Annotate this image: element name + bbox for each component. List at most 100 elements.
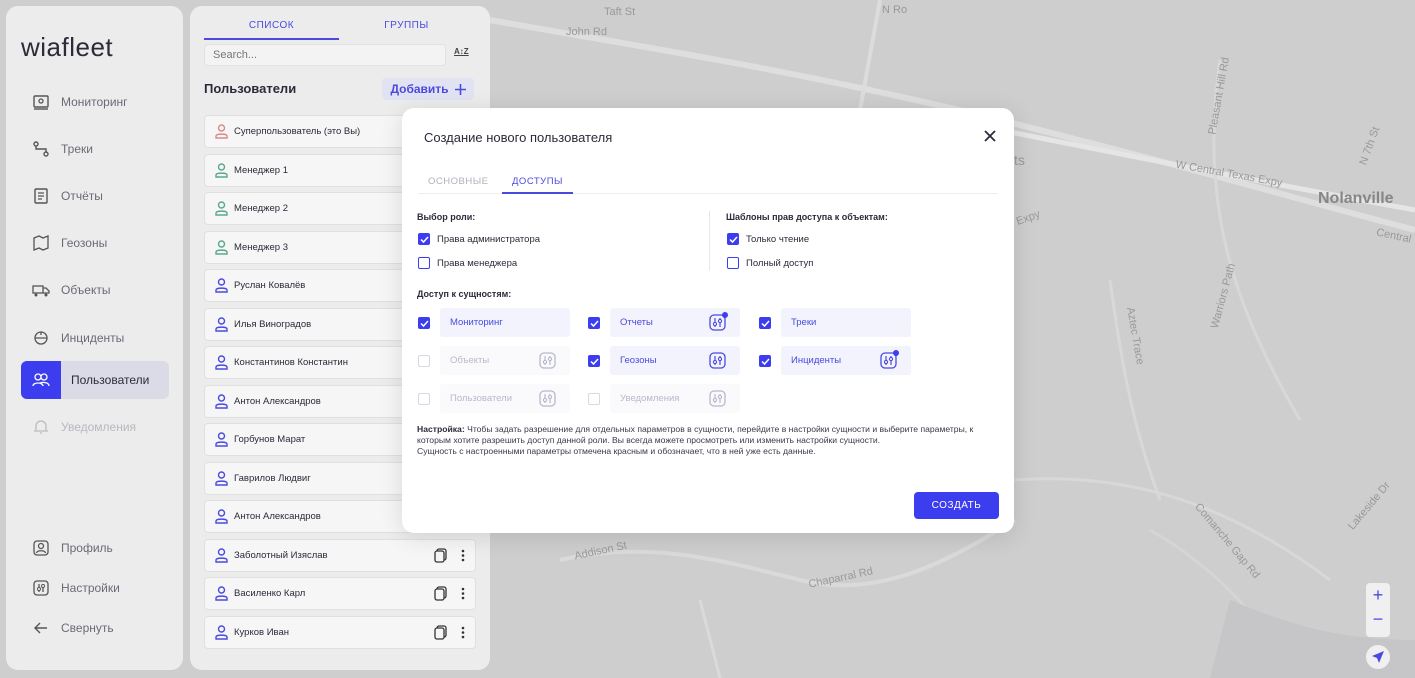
sidebar-item-settings[interactable]: Настройки [21, 569, 169, 607]
entity-settings-icon[interactable] [539, 390, 556, 407]
entity-item[interactable]: Отчеты [610, 308, 740, 337]
page-title: Пользователи [204, 81, 297, 96]
more-vertical-icon[interactable] [461, 626, 465, 639]
entity-settings-icon[interactable] [539, 352, 556, 369]
entity-checkbox-checked[interactable] [759, 317, 771, 329]
entity-checkbox-checked[interactable] [588, 355, 600, 367]
note-text: Чтобы задать разрешение для отдельных па… [417, 424, 974, 445]
more-vertical-icon[interactable] [461, 587, 465, 600]
navigation-arrow-icon [1372, 651, 1384, 663]
sidebar-item-label: Отчёты [61, 189, 103, 203]
entity-settings-icon[interactable] [709, 390, 726, 407]
user-name: Менеджер 1 [234, 164, 289, 176]
tab-groups[interactable]: ГРУППЫ [339, 18, 474, 40]
users-icon [21, 361, 61, 399]
panel-tabs: СПИСОК ГРУППЫ [204, 18, 474, 40]
entity-checkbox-unchecked[interactable] [588, 393, 600, 405]
entity-checkbox-unchecked[interactable] [418, 393, 430, 405]
sort-button[interactable]: A↕Z [454, 47, 469, 56]
modal-title: Создание нового пользователя [424, 130, 613, 145]
user-name: Курков Иван [234, 626, 289, 638]
sidebar-item-profile[interactable]: Профиль [21, 529, 169, 567]
sidebar-item-notifications[interactable]: Уведомления [21, 408, 169, 446]
entity-settings-icon[interactable] [709, 352, 726, 369]
user-name: Менеджер 2 [234, 203, 289, 214]
entity-item[interactable]: Мониторинг [440, 308, 570, 337]
copy-icon[interactable] [434, 624, 447, 640]
sidebar-item-label: Объекты [61, 283, 111, 297]
checkbox-checked[interactable] [418, 233, 430, 245]
user-name: Горбунов Марат [234, 434, 306, 445]
configured-marker [893, 350, 899, 356]
entity-item[interactable]: Пользователи [440, 384, 570, 413]
sidebar-item-label: Свернуть [61, 621, 114, 635]
entity-checkbox-checked[interactable] [418, 317, 430, 329]
zoom-out-button[interactable]: − [1366, 609, 1390, 630]
user-list-item[interactable]: Василенко Карл [204, 577, 476, 610]
sidebar-item-geozones[interactable]: Геозоны [21, 224, 169, 262]
create-button[interactable]: СОЗДАТЬ [914, 492, 999, 519]
configured-marker [722, 312, 728, 318]
zoom-in-button[interactable]: + [1366, 585, 1390, 606]
role-admin-checkbox[interactable]: Права администратора [418, 233, 540, 245]
entity-item[interactable]: Уведомления [610, 384, 740, 413]
user-name: Константинов Константин [234, 357, 348, 368]
entity-item[interactable]: Объекты [440, 346, 570, 375]
row-actions [434, 624, 465, 640]
sidebar-item-label: Пользователи [71, 373, 150, 387]
user-icon [215, 124, 228, 139]
tab-list[interactable]: СПИСОК [204, 18, 339, 40]
entity-label: Треки [791, 317, 817, 328]
more-vertical-icon[interactable] [461, 549, 465, 562]
user-icon [215, 239, 228, 255]
tab-basic[interactable]: ОСНОВНЫЕ [428, 176, 488, 187]
sidebar-item-label: Инциденты [61, 331, 125, 345]
sidebar-item-incidents[interactable]: Инциденты [21, 319, 169, 357]
sidebar-item-reports[interactable]: Отчёты [21, 177, 169, 215]
reports-icon [21, 187, 61, 205]
checkbox-unchecked[interactable] [418, 257, 430, 269]
sidebar-item-label: Геозоны [61, 236, 108, 250]
search-input[interactable] [204, 44, 446, 66]
checkbox-unchecked[interactable] [727, 257, 739, 269]
locate-button[interactable] [1366, 645, 1390, 669]
arrow-left-icon [21, 619, 61, 637]
user-icon [215, 586, 228, 601]
template-full-checkbox[interactable]: Полный доступ [727, 257, 813, 269]
template-readonly-checkbox[interactable]: Только чтение [727, 233, 809, 245]
user-icon [215, 201, 228, 216]
close-icon[interactable] [982, 128, 998, 144]
sidebar-item-objects[interactable]: Объекты [21, 271, 169, 309]
role-manager-checkbox[interactable]: Права менеджера [418, 257, 517, 269]
user-list-item[interactable]: Курков Иван [204, 615, 476, 649]
entity-label: Отчеты [620, 317, 653, 328]
checkbox-label: Права администратора [437, 233, 541, 245]
sidebar-item-monitoring[interactable]: Мониторинг [21, 83, 169, 121]
copy-icon[interactable] [434, 586, 447, 601]
sidebar-item-label: Уведомления [61, 420, 137, 434]
user-name: Заболотный Изяслав [234, 549, 328, 561]
copy-icon[interactable] [434, 547, 447, 563]
entity-label: Пользователи [450, 393, 513, 404]
entity-item[interactable]: Геозоны [610, 346, 740, 375]
collapse-sidebar-button[interactable]: Свернуть [21, 609, 169, 647]
sidebar-item-tracks[interactable]: Треки [21, 130, 169, 168]
sidebar-item-label: Треки [61, 142, 93, 156]
entity-item[interactable]: Треки [781, 308, 911, 337]
checkbox-checked[interactable] [727, 233, 739, 245]
row-actions [434, 586, 465, 601]
user-icon [215, 470, 228, 486]
plus-icon [454, 83, 466, 95]
monitoring-icon [21, 93, 61, 111]
entities-section-title: Доступ к сущностям: [417, 289, 512, 299]
incident-icon [21, 329, 61, 347]
user-icon [215, 162, 228, 178]
user-list-item[interactable]: Заболотный Изяслав [204, 538, 476, 572]
entity-checkbox-checked[interactable] [588, 317, 600, 329]
add-user-button[interactable]: Добавить [382, 78, 474, 100]
entity-item[interactable]: Инциденты [781, 346, 911, 375]
entity-checkbox-unchecked[interactable] [418, 355, 430, 367]
tab-access[interactable]: ДОСТУПЫ [502, 176, 573, 194]
entity-checkbox-checked[interactable] [759, 355, 771, 367]
sidebar-item-users[interactable]: Пользователи [21, 361, 169, 399]
